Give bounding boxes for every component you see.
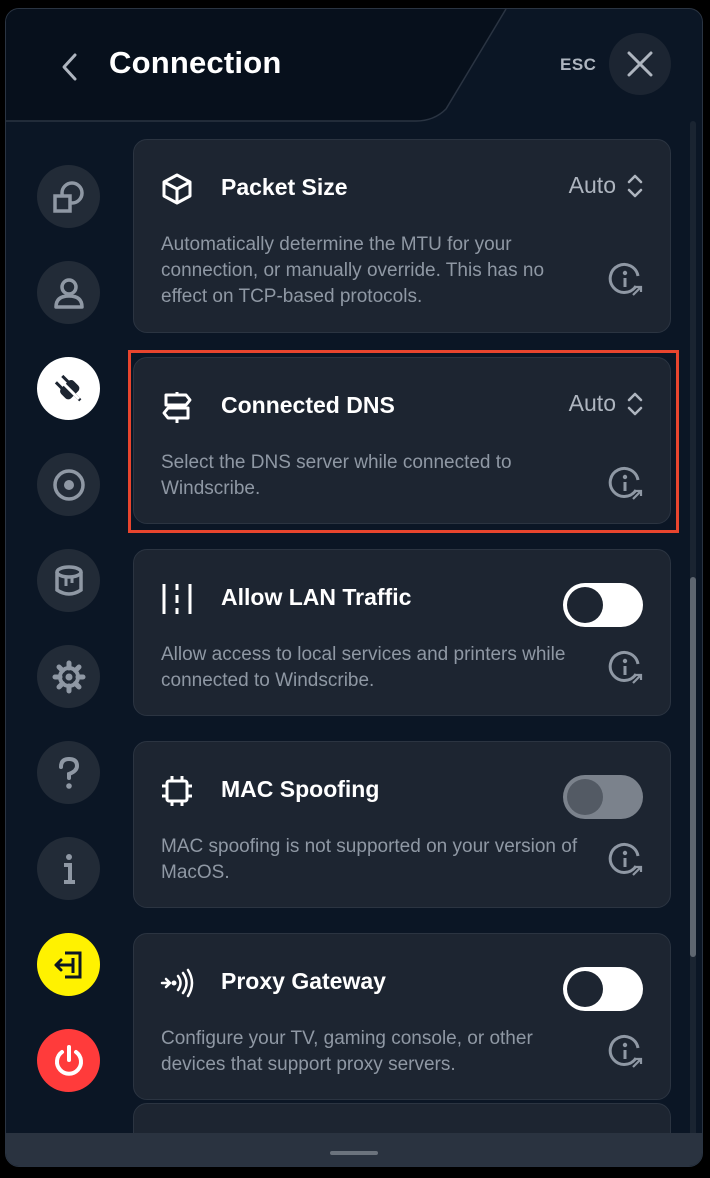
scrollbar-thumb[interactable] bbox=[690, 577, 696, 957]
broadcast-icon bbox=[158, 964, 196, 1002]
sidebar-item-general[interactable] bbox=[37, 165, 100, 228]
setting-title: Connected DNS bbox=[221, 392, 395, 418]
setting-card-mac-spoofing: MAC Spoofing MAC spoofing is not support… bbox=[133, 741, 671, 908]
back-button[interactable] bbox=[50, 47, 90, 87]
info-link-icon[interactable] bbox=[608, 262, 644, 298]
sidebar-item-robert[interactable] bbox=[37, 453, 100, 516]
setting-description: Select the DNS server while connected to… bbox=[161, 452, 512, 499]
exit-door-icon bbox=[54, 951, 81, 978]
setting-description: Automatically determine the MTU for your… bbox=[161, 234, 545, 307]
sidebar-item-account[interactable] bbox=[37, 261, 100, 324]
info-icon bbox=[63, 853, 75, 884]
setting-title: Allow LAN Traffic bbox=[221, 584, 412, 610]
overlapping-squares-icon bbox=[52, 180, 84, 213]
esc-label: ESC bbox=[560, 55, 597, 74]
resize-handle[interactable] bbox=[330, 1151, 378, 1155]
quit-button[interactable] bbox=[37, 1029, 100, 1092]
cube-icon bbox=[158, 170, 196, 208]
setting-title: Proxy Gateway bbox=[221, 968, 386, 994]
robert-icon bbox=[52, 468, 85, 501]
packet-size-dropdown[interactable]: Auto bbox=[569, 172, 644, 199]
info-link-icon[interactable] bbox=[608, 842, 644, 878]
connected-dns-dropdown[interactable]: Auto bbox=[569, 390, 644, 417]
person-icon bbox=[53, 277, 84, 309]
dropdown-value: Auto bbox=[568, 390, 616, 416]
sidebar-item-about[interactable] bbox=[37, 837, 100, 900]
setting-title: Packet Size bbox=[221, 174, 348, 200]
sidebar-item-connection[interactable] bbox=[37, 357, 100, 420]
chevron-up-down-icon bbox=[627, 174, 643, 197]
database-icon bbox=[54, 564, 83, 596]
chevron-up-down-icon bbox=[627, 392, 643, 415]
chevron-left-icon bbox=[62, 53, 77, 81]
close-button[interactable] bbox=[609, 33, 671, 95]
gear-icon bbox=[52, 660, 85, 693]
sidebar-item-advanced[interactable] bbox=[37, 549, 100, 612]
setting-description: Configure your TV, gaming console, or ot… bbox=[161, 1028, 533, 1075]
close-icon bbox=[627, 51, 653, 77]
lan-icon bbox=[158, 580, 196, 618]
info-link-icon[interactable] bbox=[608, 1034, 644, 1070]
plug-icon bbox=[54, 374, 81, 401]
page-title: Connection bbox=[109, 45, 282, 80]
logout-button[interactable] bbox=[37, 933, 100, 996]
setting-card-proxy-gateway: Proxy Gateway Configure your TV, gaming … bbox=[133, 933, 671, 1100]
setting-card-connected-dns: Connected DNS Auto Select the DNS server… bbox=[133, 357, 671, 524]
mac-spoofing-toggle[interactable] bbox=[563, 775, 643, 819]
setting-title: MAC Spoofing bbox=[221, 776, 380, 802]
allow-lan-traffic-toggle[interactable] bbox=[563, 583, 643, 627]
setting-card-allow-lan-traffic: Allow LAN Traffic Allow access to local … bbox=[133, 549, 671, 716]
setting-description: Allow access to local services and print… bbox=[161, 644, 566, 691]
footer-bar bbox=[6, 1133, 702, 1166]
power-icon bbox=[54, 1044, 83, 1076]
setting-card-packet-size: Packet Size Auto Automatically determine… bbox=[133, 139, 671, 333]
sidebar-item-help[interactable] bbox=[37, 741, 100, 804]
setting-description: MAC spoofing is not supported on your ve… bbox=[161, 836, 578, 883]
info-link-icon[interactable] bbox=[608, 650, 644, 686]
preferences-window: Connection ESC Packet Size Auto Automati… bbox=[5, 8, 703, 1167]
sidebar-item-settings[interactable] bbox=[37, 645, 100, 708]
question-icon bbox=[58, 756, 79, 789]
signpost-icon bbox=[158, 388, 196, 426]
dropdown-value: Auto bbox=[568, 172, 616, 198]
proxy-gateway-toggle[interactable] bbox=[563, 967, 643, 1011]
chip-icon bbox=[158, 772, 196, 810]
info-link-icon[interactable] bbox=[608, 466, 644, 502]
